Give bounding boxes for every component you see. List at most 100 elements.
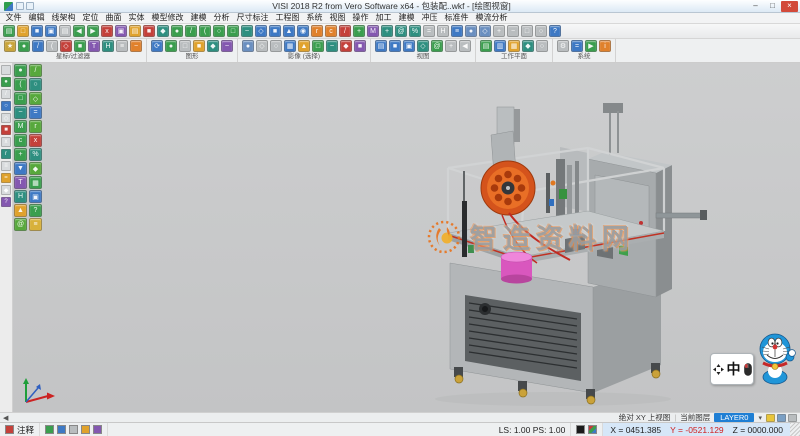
strip-solid-icon[interactable]: ■ [1, 125, 11, 135]
pan-view-icon[interactable]: ○ [535, 25, 547, 37]
shading-icon[interactable]: ● [242, 40, 254, 52]
strip-layer-icon[interactable]: ≡ [1, 161, 11, 171]
fillet-icon[interactable]: r [311, 25, 323, 37]
palette-swatch[interactable] [588, 425, 597, 434]
shaded-view-icon[interactable]: ● [465, 25, 477, 37]
linetype-icon[interactable]: ~ [221, 40, 233, 52]
wf-rect-icon[interactable]: □ [14, 92, 27, 105]
extend-icon[interactable]: + [353, 25, 365, 37]
quick-access-icon[interactable] [16, 2, 24, 10]
wf-transform-icon[interactable]: @ [14, 218, 27, 231]
arc-icon[interactable]: ( [199, 25, 211, 37]
line-icon[interactable]: / [185, 25, 197, 37]
menu-item[interactable]: 视图 [326, 13, 349, 23]
menu-item[interactable]: 模型修改 [148, 13, 187, 23]
strip-fillet-icon[interactable]: r [1, 149, 11, 159]
view-top-icon[interactable]: ▤ [375, 40, 387, 52]
ortho-icon[interactable] [93, 425, 102, 434]
highlight-icon[interactable]: ▲ [298, 40, 310, 52]
snap-end-icon[interactable] [45, 425, 54, 434]
trim-icon[interactable]: / [339, 25, 351, 37]
point-icon[interactable]: ● [171, 25, 183, 37]
wf-dim-icon[interactable]: H [14, 190, 27, 203]
menu-item[interactable]: 模流分析 [472, 13, 511, 23]
menu-item[interactable]: 文件 [2, 13, 25, 23]
workplane-xz-icon[interactable]: ▥ [494, 40, 506, 52]
wf-arc-icon[interactable]: ( [14, 78, 27, 91]
view-zoom-icon[interactable]: + [445, 40, 457, 52]
layer-dropdown-icon[interactable]: ▾ [758, 414, 762, 422]
wf-divide-icon[interactable]: % [29, 148, 42, 161]
menu-item[interactable]: 尺寸标注 [233, 13, 272, 23]
annotation-icon[interactable] [5, 425, 14, 434]
strip-trim-icon[interactable]: x [1, 137, 11, 147]
save-all-icon[interactable]: ▣ [45, 25, 57, 37]
wf-text-icon[interactable]: T [14, 176, 27, 189]
resize-grip[interactable] [790, 423, 800, 436]
workplane-reset-icon[interactable]: ○ [536, 40, 548, 52]
open-file-icon[interactable]: □ [17, 25, 29, 37]
cut-icon[interactable]: x [101, 25, 113, 37]
mirror-icon[interactable]: M [367, 25, 379, 37]
menu-item[interactable]: 编辑 [25, 13, 48, 23]
zoom-in-icon[interactable]: + [493, 25, 505, 37]
menu-item[interactable]: 建模 [187, 13, 210, 23]
extrude-icon[interactable]: ▲ [283, 25, 295, 37]
transparent-icon[interactable]: ▦ [284, 40, 296, 52]
workplane-3pt-icon[interactable]: ◆ [522, 40, 534, 52]
curve-icon[interactable]: ~ [241, 25, 253, 37]
wf-project-icon[interactable]: ▼ [14, 162, 27, 175]
select-chain-icon[interactable]: ~ [326, 40, 338, 52]
calculator-icon[interactable]: = [571, 40, 583, 52]
layers-icon[interactable]: ≡ [451, 25, 463, 37]
new-file-icon[interactable]: ▤ [3, 25, 15, 37]
menu-item[interactable]: 标准件 [441, 13, 472, 23]
star-filter-icon[interactable]: ★ [4, 40, 16, 52]
menu-item[interactable]: 系统 [303, 13, 326, 23]
wf-offset-icon[interactable]: = [29, 106, 42, 119]
redraw-icon[interactable]: ⟳ [151, 40, 163, 52]
surface-icon[interactable]: ◇ [255, 25, 267, 37]
wf-intersect-icon[interactable]: ◆ [29, 162, 42, 175]
snap-toggle-icon[interactable] [788, 414, 797, 422]
wf-chamfer-icon[interactable]: c [14, 134, 27, 147]
menu-item[interactable]: 加工 [372, 13, 395, 23]
copy-icon[interactable]: ▣ [115, 25, 127, 37]
wf-circle-icon[interactable]: ○ [29, 78, 42, 91]
wireframe-icon[interactable]: ○ [270, 40, 282, 52]
menu-item[interactable]: 冲压 [418, 13, 441, 23]
view-side-icon[interactable]: ▣ [403, 40, 415, 52]
wf-extend-icon[interactable]: + [14, 148, 27, 161]
menu-item[interactable]: 工程图 [272, 13, 303, 23]
save-icon[interactable]: ■ [31, 25, 43, 37]
snap-mid-icon[interactable] [57, 425, 66, 434]
menu-item[interactable]: 曲面 [102, 13, 125, 23]
annotation-label[interactable]: 注释 [17, 424, 34, 436]
rectangle-icon[interactable]: □ [227, 25, 239, 37]
wf-query-icon[interactable]: ? [29, 204, 42, 217]
solid-box-icon[interactable]: ■ [269, 25, 281, 37]
circle-icon[interactable]: ○ [213, 25, 225, 37]
wf-explode-icon[interactable]: ▲ [14, 204, 27, 217]
collapse-icon[interactable]: ◀ [3, 414, 8, 422]
blank-icon[interactable]: □ [179, 40, 191, 52]
scale-icon[interactable]: % [409, 25, 421, 37]
wf-fillet-icon[interactable]: r [29, 120, 42, 133]
wf-point-icon[interactable]: ● [14, 64, 27, 77]
workplane-xy-icon[interactable]: ▤ [480, 40, 492, 52]
filter-all-icon[interactable]: ≡ [116, 40, 128, 52]
select-icon[interactable]: ◆ [157, 25, 169, 37]
regen-icon[interactable]: ● [165, 40, 177, 52]
filter-surfaces-icon[interactable]: ◇ [60, 40, 72, 52]
wf-group-icon[interactable]: ▣ [29, 190, 42, 203]
wf-attrs-icon[interactable]: ≡ [29, 218, 42, 231]
undo-icon[interactable]: ◀ [73, 25, 85, 37]
paste-icon[interactable]: ▤ [129, 25, 141, 37]
strip-select-icon[interactable] [1, 65, 11, 75]
select-window-icon[interactable]: □ [312, 40, 324, 52]
view-prev-icon[interactable]: ◀ [459, 40, 471, 52]
maximize-button[interactable]: □ [764, 1, 781, 12]
zoom-fit-icon[interactable]: □ [521, 25, 533, 37]
delete-icon[interactable]: ■ [143, 25, 155, 37]
menu-item[interactable]: 定位 [79, 13, 102, 23]
